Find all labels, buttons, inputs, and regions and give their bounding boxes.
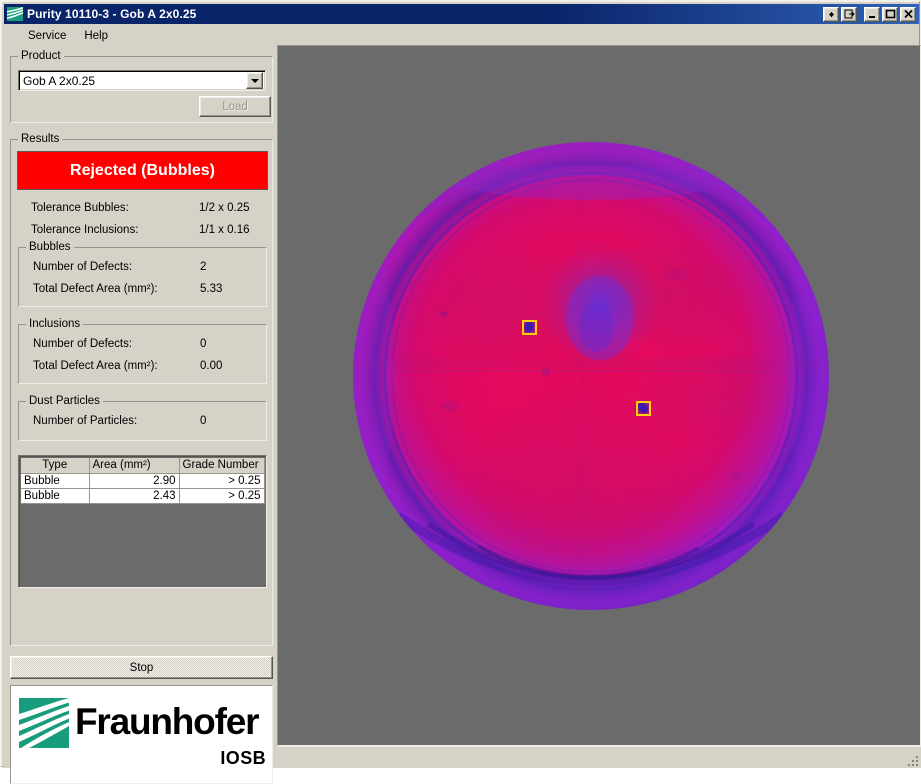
tolerance-bubbles-label: Tolerance Bubbles: — [31, 202, 129, 214]
results-group-title: Results — [18, 133, 63, 145]
cell-type: Bubble — [21, 473, 90, 489]
tolerance-inclusions-label: Tolerance Inclusions: — [31, 224, 139, 236]
window-border: Purity 10110-3 - Gob A 2x0.25 Service He… — [1, 1, 921, 784]
fraunhofer-wordmark: Fraunhofer — [75, 701, 259, 742]
inclusions-count-value: 0 — [200, 338, 207, 350]
cell-type: Bubble — [21, 488, 90, 504]
column-header-grade[interactable]: Grade Number — [179, 458, 265, 474]
client-area: Product Gob A 2x0.25 Load Results Reject… — [4, 45, 921, 784]
application-window: Purity 10110-3 - Gob A 2x0.25 Service He… — [0, 0, 921, 784]
column-header-area[interactable]: Area (mm²) — [89, 458, 180, 474]
defect-marker-2[interactable] — [636, 401, 651, 416]
dust-group-title: Dust Particles — [26, 395, 103, 407]
product-select[interactable]: Gob A 2x0.25 — [18, 70, 266, 91]
minimize-button[interactable] — [864, 6, 880, 22]
status-badge: Rejected (Bubbles) — [17, 151, 268, 190]
gob-image — [278, 46, 920, 745]
cell-grade: > 0.25 — [179, 473, 265, 489]
bubbles-area-label: Total Defect Area (mm²): — [33, 283, 158, 295]
cell-grade: > 0.25 — [179, 488, 265, 504]
chevron-down-icon[interactable] — [246, 72, 263, 89]
cell-area: 2.90 — [89, 473, 180, 489]
product-group-title: Product — [18, 50, 64, 62]
control-panel: Product Gob A 2x0.25 Load Results Reject… — [4, 45, 277, 784]
bubbles-count-row: Number of Defects: 2 — [19, 261, 266, 277]
menu-item-service[interactable]: Service — [19, 28, 75, 44]
exit-button[interactable] — [841, 6, 857, 22]
table-header-row: Type Area (mm²) Grade Number — [21, 458, 265, 474]
defect-table: Type Area (mm²) Grade Number Bubble 2.90… — [21, 458, 265, 504]
tolerance-inclusions-value: 1/1 x 0.16 — [199, 224, 250, 236]
table-row[interactable]: Bubble 2.43 > 0.25 — [21, 488, 265, 504]
close-button[interactable] — [900, 6, 916, 22]
inclusions-area-value: 0.00 — [200, 360, 223, 372]
window-title: Purity 10110-3 - Gob A 2x0.25 — [27, 7, 197, 21]
gob-falsecolor-image — [278, 46, 920, 745]
menu-item-help[interactable]: Help — [75, 28, 117, 44]
maximize-button[interactable] — [882, 6, 898, 22]
inspection-image-viewer[interactable] — [277, 45, 921, 746]
bubbles-group: Bubbles Number of Defects: 2 Total Defec… — [18, 241, 267, 307]
defect-table-container[interactable]: Type Area (mm²) Grade Number Bubble 2.90… — [18, 455, 267, 588]
column-header-type[interactable]: Type — [21, 458, 90, 474]
inclusions-area-row: Total Defect Area (mm²): 0.00 — [19, 360, 266, 376]
table-row[interactable]: Bubble 2.90 > 0.25 — [21, 473, 265, 489]
dust-count-label: Number of Particles: — [33, 415, 138, 427]
bubbles-area-row: Total Defect Area (mm²): 5.33 — [19, 283, 266, 299]
inclusions-group: Inclusions Number of Defects: 0 Total De… — [18, 318, 267, 384]
inclusions-group-title: Inclusions — [26, 318, 84, 330]
dust-count-row: Number of Particles: 0 — [19, 415, 266, 431]
product-group: Product Gob A 2x0.25 Load — [10, 50, 273, 123]
status-bar — [277, 746, 921, 768]
fraunhofer-logo-icon — [7, 7, 23, 21]
product-select-value: Gob A 2x0.25 — [23, 73, 96, 88]
fraunhofer-iosb-logo: Fraunhofer IOSB — [10, 685, 273, 784]
title-bar-buttons — [823, 6, 919, 22]
bubbles-group-title: Bubbles — [26, 241, 74, 253]
bubbles-count-value: 2 — [200, 261, 207, 273]
dust-count-value: 0 — [200, 415, 207, 427]
bubbles-area-value: 5.33 — [200, 283, 223, 295]
institute-name: IOSB — [220, 748, 266, 768]
viewer-panel — [277, 45, 921, 768]
load-button[interactable]: Load — [199, 96, 271, 117]
inclusions-count-label: Number of Defects: — [33, 338, 133, 350]
restore-width-button[interactable] — [823, 6, 839, 22]
results-group: Results Rejected (Bubbles) Tolerance Bub… — [10, 133, 273, 646]
tolerance-bubbles-value: 1/2 x 0.25 — [199, 202, 250, 214]
dust-particles-group: Dust Particles Number of Particles: 0 — [18, 395, 267, 441]
fraunhofer-mark-icon — [19, 698, 69, 748]
cell-area: 2.43 — [89, 488, 180, 504]
resize-grip-icon[interactable] — [905, 753, 918, 766]
title-bar[interactable]: Purity 10110-3 - Gob A 2x0.25 — [4, 4, 919, 24]
menu-bar: Service Help — [4, 26, 919, 45]
inclusions-count-row: Number of Defects: 0 — [19, 338, 266, 354]
defect-marker-1[interactable] — [522, 320, 537, 335]
stop-button[interactable]: Stop — [10, 656, 273, 679]
inclusions-area-label: Total Defect Area (mm²): — [33, 360, 158, 372]
bubbles-count-label: Number of Defects: — [33, 261, 133, 273]
